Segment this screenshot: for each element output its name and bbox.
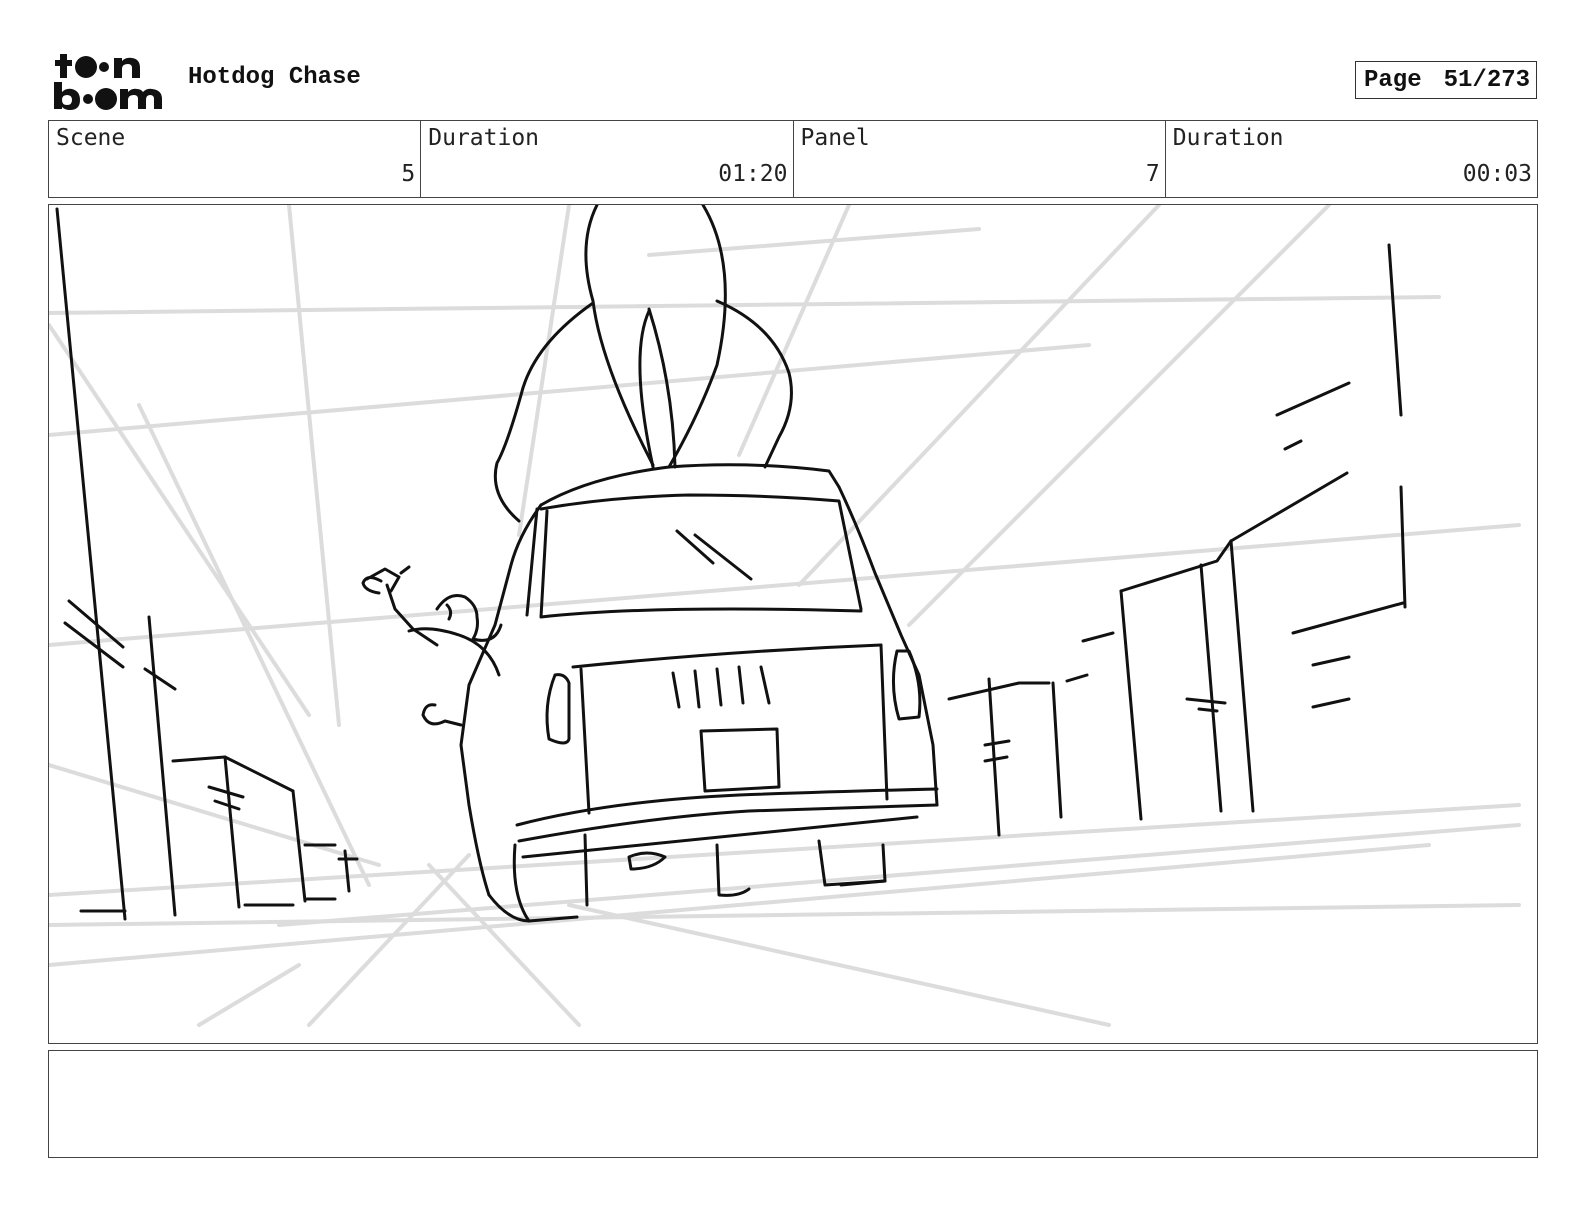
scene-value: 5 bbox=[401, 161, 416, 187]
scene-duration-cell: Duration 01:20 bbox=[421, 121, 794, 197]
panel-cell: Panel 7 bbox=[794, 121, 1166, 197]
project-title: Hotdog Chase bbox=[188, 64, 361, 91]
panel-duration-label: Duration bbox=[1172, 125, 1284, 151]
page-indicator: Page 51/273 bbox=[1355, 61, 1537, 99]
scene-cell: Scene 5 bbox=[49, 121, 422, 197]
toon-boom-logo bbox=[52, 50, 164, 112]
storyboard-sketch bbox=[49, 205, 1521, 1027]
panel-duration-cell: Duration 00:03 bbox=[1166, 121, 1537, 197]
scene-duration-value: 01:20 bbox=[718, 161, 788, 187]
panel-duration-value: 00:03 bbox=[1462, 161, 1532, 187]
perspective-guides bbox=[49, 205, 1521, 1027]
toon-boom-logo-icon bbox=[54, 54, 162, 110]
panel-value: 7 bbox=[1145, 161, 1160, 187]
page-number: 51/273 bbox=[1443, 66, 1531, 94]
panel-label: Panel bbox=[800, 125, 870, 151]
panel-notes-box bbox=[48, 1050, 1538, 1158]
scene-label: Scene bbox=[56, 125, 126, 151]
page-label: Page bbox=[1364, 66, 1422, 94]
storyboard-panel bbox=[48, 204, 1538, 1044]
scene-duration-label: Duration bbox=[428, 125, 540, 151]
panel-info-row: Scene 5 Duration 01:20 Panel 7 Duration … bbox=[48, 120, 1538, 198]
